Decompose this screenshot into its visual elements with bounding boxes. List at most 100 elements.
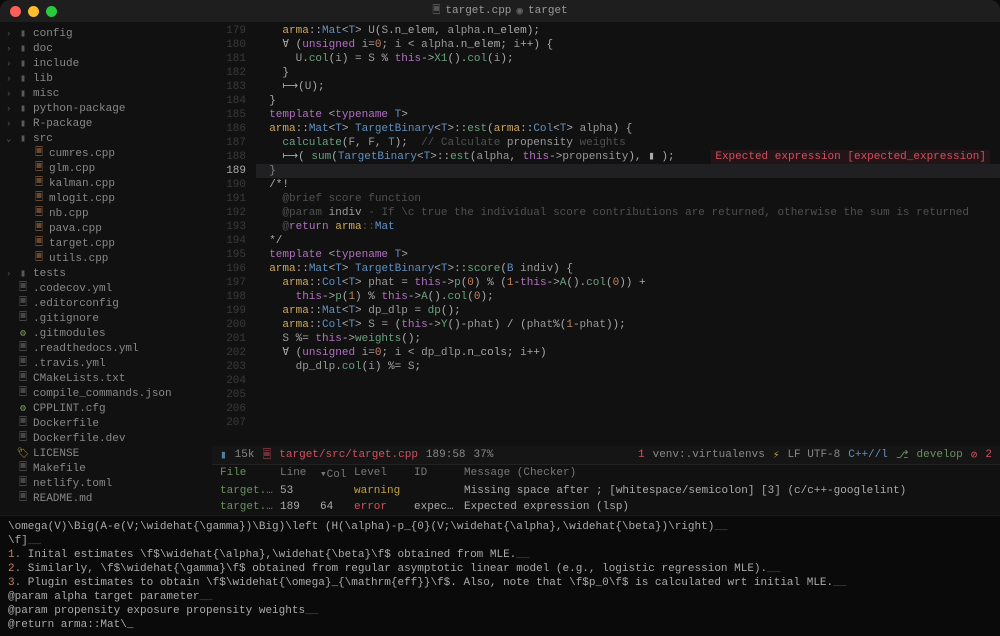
code-line[interactable]: ∀ (unsigned i=0; i < alpha.n_elem; i++) … <box>256 38 1000 52</box>
tree-item-label: kalman.cpp <box>49 178 115 190</box>
doc-line: \f]__ <box>8 534 992 548</box>
checker-panel[interactable]: File Line ▾Col Level ID Message (Checker… <box>212 464 1000 515</box>
titlebar: 🗏 target.cpp ◉ target <box>0 0 1000 22</box>
code-line[interactable]: dp_dlp.col(i) %= S; <box>256 360 1000 374</box>
tree-item[interactable]: ›▮include <box>0 56 212 71</box>
tree-item[interactable]: 🗏glm.cpp <box>0 161 212 176</box>
cfg-icon: ⚙ <box>16 328 30 340</box>
status-issue-count[interactable]: 1 <box>638 449 645 461</box>
line-number: 202 <box>212 346 246 360</box>
tree-item[interactable]: ›▮tests <box>0 266 212 281</box>
tree-item[interactable]: 🗏.travis.yml <box>0 356 212 371</box>
file-explorer[interactable]: ›▮config›▮doc›▮include›▮lib›▮misc›▮pytho… <box>0 22 212 515</box>
code-line[interactable]: arma::Mat<T> TargetBinary<T>::est(arma::… <box>256 122 1000 136</box>
tree-item-label: cumres.cpp <box>49 148 115 160</box>
code-line[interactable]: ⟼(U); <box>256 80 1000 94</box>
tree-item-label: README.md <box>33 493 92 505</box>
code-line[interactable]: arma::Mat<T> dp_dlp = dp(); <box>256 304 1000 318</box>
tree-item[interactable]: 🗏mlogit.cpp <box>0 191 212 206</box>
code-line[interactable]: template <typename T> <box>256 108 1000 122</box>
tree-item-label: tests <box>33 268 66 280</box>
status-size: 15k <box>235 449 255 461</box>
title-file: target.cpp <box>445 5 511 17</box>
tree-item[interactable]: 🗏.editorconfig <box>0 296 212 311</box>
tree-item-label: compile_commands.json <box>33 388 172 400</box>
tree-item[interactable]: 🗏Dockerfile.dev <box>0 431 212 446</box>
code-line[interactable]: arma::Col<T> phat = this->p(0) % (1-this… <box>256 276 1000 290</box>
tree-item[interactable]: 🗏nb.cpp <box>0 206 212 221</box>
code-line[interactable]: @param indiv - If \c true the individual… <box>256 206 1000 220</box>
status-branch[interactable]: develop <box>917 449 963 461</box>
code-line[interactable]: this->p(1) % this->A().col(0); <box>256 290 1000 304</box>
code-line[interactable]: arma::Mat<T> U(S.n_elem, alpha.n_elem); <box>256 24 1000 38</box>
ch-level: warning <box>354 485 414 497</box>
line-number: 203 <box>212 360 246 374</box>
close-icon[interactable] <box>10 6 21 17</box>
checker-row[interactable]: target.…53warningMissing space after ; [… <box>212 483 1000 499</box>
tree-item[interactable]: 🗏README.md <box>0 491 212 506</box>
code-line[interactable]: S %= this->weights(); <box>256 332 1000 346</box>
chevron-icon: › <box>6 119 16 129</box>
line-number: 180 <box>212 38 246 52</box>
code-line[interactable]: @brief score function <box>256 192 1000 206</box>
code-line[interactable]: /*! <box>256 178 1000 192</box>
tree-item[interactable]: ›▮misc <box>0 86 212 101</box>
tree-item[interactable]: ⚙.gitmodules <box>0 326 212 341</box>
tree-item[interactable]: 🗏Makefile <box>0 461 212 476</box>
tree-item[interactable]: ⌄▮src <box>0 131 212 146</box>
code-line[interactable]: arma::Mat<T> TargetBinary<T>::score(B in… <box>256 262 1000 276</box>
minimize-icon[interactable] <box>28 6 39 17</box>
tree-item[interactable]: ›▮config <box>0 26 212 41</box>
txt-icon: 🗏 <box>16 490 30 507</box>
tree-item[interactable]: 🗏utils.cpp <box>0 251 212 266</box>
code-lines[interactable]: arma::Mat<T> U(S.n_elem, alpha.n_elem); … <box>256 22 1000 446</box>
tree-item[interactable]: ›▮python-package <box>0 101 212 116</box>
tree-item[interactable]: 🗏cumres.cpp <box>0 146 212 161</box>
tree-item-label: netlify.toml <box>33 478 112 490</box>
ch-msg: Missing space after ; [whitespace/semico… <box>464 485 992 497</box>
tree-item[interactable]: 🗏netlify.toml <box>0 476 212 491</box>
tree-item[interactable]: 🗏Dockerfile <box>0 416 212 431</box>
tree-item-label: Makefile <box>33 463 86 475</box>
doc-line: @param propensity exposure propensity we… <box>8 604 992 618</box>
doc-line: 1. Inital estimates \f$\widehat{\alpha},… <box>8 548 992 562</box>
tree-item[interactable]: ›▮lib <box>0 71 212 86</box>
code-area[interactable]: 1791801811821831841851861871881891901911… <box>212 22 1000 446</box>
folder-icon: ▮ <box>16 43 30 55</box>
tree-item[interactable]: 🗏target.cpp <box>0 236 212 251</box>
code-line[interactable]: } <box>256 66 1000 80</box>
tree-item-label: CPPLINT.cfg <box>33 403 106 415</box>
code-line[interactable]: } <box>256 94 1000 108</box>
line-number: 186 <box>212 122 246 136</box>
tree-item[interactable]: 🗏.gitignore <box>0 311 212 326</box>
tree-item[interactable]: 🗏kalman.cpp <box>0 176 212 191</box>
txt-icon: 🗏 <box>16 385 30 402</box>
tree-item-label: Dockerfile <box>33 418 99 430</box>
code-line[interactable]: @return arma::Mat <box>256 220 1000 234</box>
tree-item[interactable]: 🗏compile_commands.json <box>0 386 212 401</box>
folder-icon: ▮ <box>16 73 30 85</box>
status-percent: 37% <box>474 449 494 461</box>
code-line[interactable]: template <typename T> <box>256 248 1000 262</box>
tree-item[interactable]: 🗏CMakeLists.txt <box>0 371 212 386</box>
code-line[interactable]: calculate(F, F, T); // Calculate propens… <box>256 136 1000 150</box>
tree-item[interactable]: 🗏.readthedocs.yml <box>0 341 212 356</box>
chevron-icon: › <box>6 89 16 99</box>
tree-item[interactable]: ›▮R-package <box>0 116 212 131</box>
code-line[interactable]: ∀ (unsigned i=0; i < dp_dlp.n_cols; i++) <box>256 346 1000 360</box>
line-number: 189 <box>212 164 246 178</box>
code-line[interactable]: */ <box>256 234 1000 248</box>
tree-item[interactable]: 🗏pava.cpp <box>0 221 212 236</box>
tree-item[interactable]: ›▮doc <box>0 41 212 56</box>
tree-item[interactable]: ⚙CPPLINT.cfg <box>0 401 212 416</box>
code-line[interactable]: arma::Col<T> S = (this->Y()-phat) / (pha… <box>256 318 1000 332</box>
tree-item[interactable]: 🏷LICENSE <box>0 446 212 461</box>
checker-row[interactable]: target.…18964errorexpec…Expected express… <box>212 499 1000 515</box>
tree-item-label: utils.cpp <box>49 253 108 265</box>
lic-icon: 🏷 <box>16 448 30 460</box>
code-line[interactable]: U.col(i) = S % this->X1().col(i); <box>256 52 1000 66</box>
ch-h-line: Line <box>280 467 320 481</box>
line-number: 187 <box>212 136 246 150</box>
zoom-icon[interactable] <box>46 6 57 17</box>
tree-item[interactable]: 🗏.codecov.yml <box>0 281 212 296</box>
